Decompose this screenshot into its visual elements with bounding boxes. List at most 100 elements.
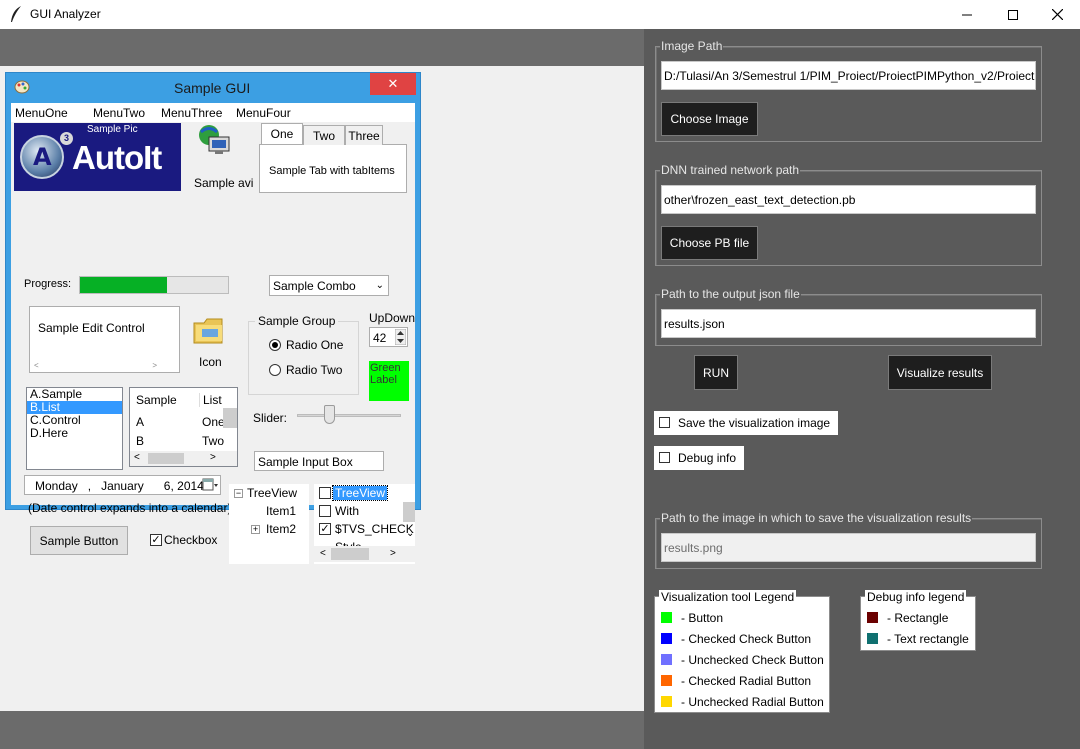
run-button[interactable]: RUN [694, 355, 738, 390]
scroll-right-icon: > [390, 548, 396, 559]
image-path-frame: Image Path D:/Tulasi/An 3/Semestrul 1/PI… [655, 39, 1042, 142]
checkbox-box [659, 452, 670, 463]
sample-gui-body: MenuOne MenuTwo MenuThree MenuFour Sampl… [11, 103, 416, 564]
legend-item: - Button [661, 611, 723, 627]
checklist-checkbox [319, 505, 331, 517]
sample-checkbox-box: ✓ [150, 534, 162, 546]
legend-swatch [661, 675, 672, 686]
sample-gui-menubar: MenuOne MenuTwo MenuThree MenuFour [11, 103, 415, 122]
control-panel: Image Path D:/Tulasi/An 3/Semestrul 1/PI… [644, 29, 1080, 749]
legend-item: - Unchecked Check Button [661, 653, 824, 669]
checklist-checkbox [319, 487, 331, 499]
feather-icon [11, 6, 21, 22]
progress-label: Progress: [24, 278, 72, 290]
listview-column-header: Sample [136, 393, 177, 407]
maximize-button[interactable] [990, 0, 1036, 29]
chevron-down-icon: ⌄ [375, 280, 384, 291]
sample-tab-one: One [261, 123, 303, 144]
listview-cell: Two [202, 434, 225, 448]
date-note: (Date control expands into a calendar) [28, 501, 232, 515]
radio-two-circle [269, 364, 281, 376]
dnn-path-legend: DNN trained network path [660, 163, 801, 177]
scroll-down-icon: ⌄ [406, 528, 415, 539]
sample-input-box: Sample Input Box [254, 451, 384, 471]
logo-wordmark: AutoIt [72, 139, 162, 176]
sample-tab-pane: Sample Tab with tabItems [259, 144, 407, 193]
edit-control-text: Sample Edit Control [38, 321, 145, 335]
sample-menu-item: MenuThree [161, 106, 223, 120]
sample-button: Sample Button [30, 526, 128, 555]
sample-group: Sample Group Radio One Radio Two [248, 314, 359, 395]
radio-two-label: Radio Two [286, 363, 343, 377]
maximize-icon [1008, 9, 1018, 20]
legend-label: - Unchecked Radial Button [681, 695, 824, 709]
viz-save-path-input[interactable]: results.png [661, 533, 1036, 562]
debug-legend-title: Debug info legend [865, 590, 967, 604]
date-day: Monday [35, 479, 78, 493]
sample-tab-control: Sample Tab with tabItems One Two Three [259, 123, 407, 193]
sample-tab-two: Two [303, 125, 345, 145]
checklist-vscroll-thumb [403, 502, 415, 522]
legend-label: - Text rectangle [887, 632, 969, 646]
green-label: Green Label [369, 361, 409, 401]
legend-swatch [661, 612, 672, 623]
image-path-input[interactable]: D:/Tulasi/An 3/Semestrul 1/PIM_Proiect/P… [661, 61, 1036, 90]
dnn-path-frame: DNN trained network path other\frozen_ea… [655, 163, 1042, 266]
choose-pb-button[interactable]: Choose PB file [661, 226, 758, 260]
choose-image-button[interactable]: Choose Image [661, 102, 758, 136]
tree-item: Item1 [266, 504, 297, 518]
folder-icon [193, 318, 223, 344]
combo-value: Sample Combo [273, 279, 356, 293]
visualization-legend-title: Visualization tool Legend [659, 590, 797, 604]
legend-label: - Checked Radial Button [681, 674, 812, 688]
listview-column-header: List [199, 393, 222, 407]
debug-info-checkbox[interactable]: Debug info [654, 446, 745, 470]
scroll-left-icon: < [134, 452, 140, 463]
sample-listbox: A.Sample B.List C.Control D.Here [26, 387, 123, 470]
dnn-path-input[interactable]: other\frozen_east_text_detection.pb [661, 185, 1036, 214]
scroll-right-icon: > [152, 361, 157, 370]
listview-cell: A [136, 415, 145, 429]
checklist-hscrollbar: < > [314, 546, 415, 562]
sample-updown: 42 [369, 327, 408, 347]
updown-label: UpDown [369, 311, 416, 325]
radio-one-circle [269, 339, 281, 351]
palette-icon [14, 80, 30, 94]
minimize-icon [962, 14, 972, 15]
save-visualization-checkbox[interactable]: Save the visualization image [654, 411, 839, 435]
checklist-item-selected: TreeView [331, 485, 389, 501]
sample-menu-item: MenuFour [236, 106, 291, 120]
tree-root: TreeView [247, 486, 298, 500]
close-button[interactable] [1034, 0, 1080, 29]
visualization-legend: Visualization tool Legend - Button - Che… [654, 590, 830, 713]
window-title: GUI Analyzer [30, 7, 101, 21]
debug-info-label: Debug info [678, 451, 737, 465]
listview-cell: One [202, 415, 225, 429]
logo-caption: Sample Pic [87, 124, 138, 135]
listview-cell: B [136, 434, 145, 448]
viz-save-path-frame: Path to the image in which to save the v… [655, 511, 1042, 569]
updown-value: 42 [373, 331, 387, 345]
listview-hscrollbar: < > [130, 451, 237, 466]
globe-computer-icon [199, 125, 230, 154]
slider-label: Slider: [253, 411, 288, 425]
viz-save-path-legend: Path to the image in which to save the v… [660, 511, 973, 525]
legend-item: - Rectangle [867, 611, 948, 627]
scroll-left-icon: < [320, 548, 326, 559]
sample-date-control: Monday , January 6, 2014 [24, 475, 221, 495]
checklist-item: $TVS_CHECK [335, 522, 414, 536]
checklist-hscroll-thumb [331, 548, 369, 560]
tab-content-text: Sample Tab with tabItems [269, 165, 395, 177]
sample-avi-label: Sample avi [194, 176, 254, 190]
json-path-input[interactable]: results.json [661, 309, 1036, 338]
autoit-ring-icon: A [20, 135, 64, 179]
minimize-button[interactable] [944, 0, 990, 29]
listview-vscroll-thumb [223, 408, 237, 428]
legend-swatch [867, 633, 878, 644]
canvas-top-band [0, 29, 644, 66]
radio-one-label: Radio One [286, 338, 344, 352]
date-separator: , [87, 479, 92, 493]
sample-menu-item: MenuTwo [93, 106, 146, 120]
visualize-results-button[interactable]: Visualize results [888, 355, 992, 390]
checkbox-box [659, 417, 670, 428]
